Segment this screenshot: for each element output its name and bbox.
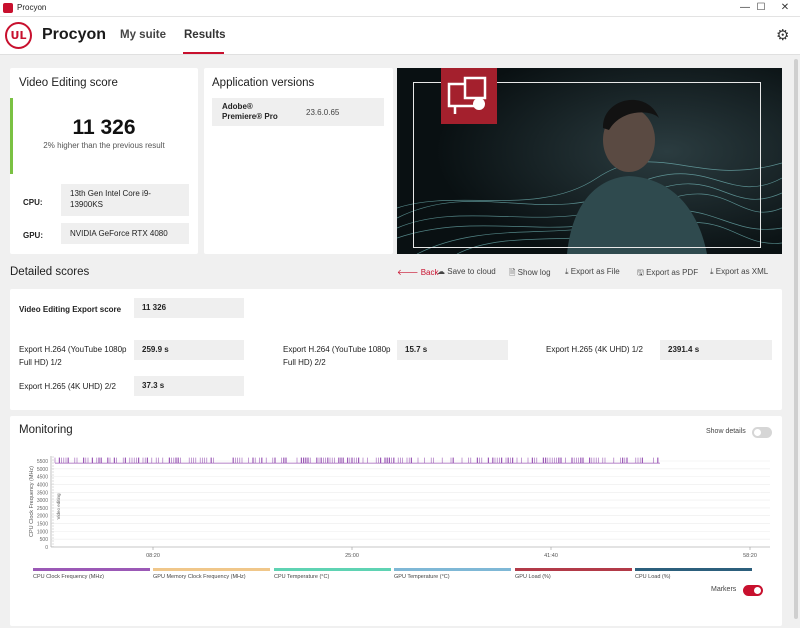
score-card: Video Editing score 11 326 2% higher tha… xyxy=(10,68,198,254)
export-pdf-button[interactable]: 🖫 Export as PDF xyxy=(637,267,698,281)
document-icon: 🗎 xyxy=(509,268,516,277)
score-item-value: 37.3 s xyxy=(134,376,244,396)
download-icon: ⤓ xyxy=(710,267,714,276)
score-card-title: Video Editing score xyxy=(19,77,118,89)
brand-name: Procyon xyxy=(42,26,107,43)
score-item-label: Export H.265 (4K UHD) 1/2 xyxy=(546,345,643,354)
score-comparison: 2% higher than the previous result xyxy=(43,141,165,150)
ul-logo: UL xyxy=(5,22,32,49)
score-item-label: Export H.264 (YouTube 1080p Full HD) 1/2 xyxy=(19,345,127,367)
app-header: UL Procyon My suite Results ⚙ xyxy=(0,17,800,55)
legend-cpu-load: CPU Load (%) xyxy=(635,568,752,580)
nav-my-suite[interactable]: My suite xyxy=(120,29,166,41)
legend-gpu-mem-clock: GPU Memory Clock Frequency (MHz) xyxy=(153,568,270,580)
show-details-toggle[interactable] xyxy=(752,427,772,438)
save-icon: 🖫 xyxy=(637,268,644,277)
legend-swatch xyxy=(153,568,270,571)
window-titlebar: Procyon — ☐ ✕ xyxy=(0,0,800,17)
detailed-scores-card: Video Editing Export score 11 326 Export… xyxy=(10,289,782,410)
detailed-scores-title: Detailed scores xyxy=(10,266,90,278)
markers-label: Markers xyxy=(711,586,737,593)
legend-swatch xyxy=(394,568,511,571)
monitoring-title: Monitoring xyxy=(19,424,73,436)
versions-card-title: Application versions xyxy=(212,77,315,89)
overall-score: 11 326 xyxy=(72,116,136,139)
export-file-button[interactable]: ⤓ Export as File xyxy=(565,267,620,277)
export-score-value: 11 326 xyxy=(134,298,244,318)
cloud-icon: ☁ xyxy=(437,267,445,276)
nav-active-indicator xyxy=(183,52,224,54)
gpu-value: NVIDIA GeForce RTX 4080 xyxy=(61,223,189,244)
score-item-label: Export H.265 (4K UHD) 2/2 xyxy=(19,382,116,391)
versions-card: Application versions Adobe® Premiere® Pr… xyxy=(204,68,393,254)
gpu-label: GPU: xyxy=(23,231,43,240)
back-button[interactable]: 🡐 Back xyxy=(397,267,438,277)
legend-cpu-clock: CPU Clock Frequency (MHz) xyxy=(33,568,150,580)
show-details-label: Show details xyxy=(706,428,746,435)
legend-swatch xyxy=(274,568,391,571)
score-item-value: 15.7 s xyxy=(397,340,508,360)
back-arrow-icon: 🡐 xyxy=(397,268,419,277)
app-version: 23.6.0.65 xyxy=(306,108,340,117)
scrollbar-thumb[interactable] xyxy=(794,59,798,619)
legend-swatch xyxy=(33,568,150,571)
markers-toggle[interactable] xyxy=(743,585,763,596)
legend-cpu-temp: CPU Temperature (°C) xyxy=(274,568,391,580)
nav-results[interactable]: Results xyxy=(184,29,226,41)
cpu-label: CPU: xyxy=(23,198,43,207)
app-version-row: Adobe® Premiere® Pro 23.6.0.65 xyxy=(212,98,384,126)
app-icon xyxy=(3,3,13,13)
window-title: Procyon xyxy=(17,3,47,12)
monitoring-card: Monitoring Show details Markers xyxy=(10,416,782,626)
gear-icon[interactable]: ⚙ xyxy=(776,26,789,44)
export-xml-button[interactable]: ⤓ Export as XML xyxy=(710,267,768,277)
app-name: Adobe® Premiere® Pro xyxy=(222,102,278,121)
hero-image xyxy=(397,68,782,254)
download-icon: ⤓ xyxy=(565,267,569,276)
legend-gpu-temp: GPU Temperature (°C) xyxy=(394,568,511,580)
score-item-value: 259.9 s xyxy=(134,340,244,360)
export-score-label: Video Editing Export score xyxy=(19,305,122,314)
close-button[interactable]: ✕ xyxy=(770,0,800,16)
legend-gpu-load: GPU Load (%) xyxy=(515,568,632,580)
score-item-value: 2391.4 s xyxy=(660,340,772,360)
save-to-cloud-button[interactable]: ☁ Save to cloud xyxy=(437,267,496,276)
scrollbar[interactable] xyxy=(792,55,800,628)
show-log-button[interactable]: 🗎 Show log xyxy=(509,267,551,281)
legend-swatch xyxy=(635,568,752,571)
cpu-value: 13th Gen Intel Core i9-13900KS xyxy=(61,184,189,216)
video-editing-icon xyxy=(441,68,497,124)
score-item-label: Export H.264 (YouTube 1080p Full HD) 2/2 xyxy=(283,345,391,367)
legend-swatch xyxy=(515,568,632,571)
